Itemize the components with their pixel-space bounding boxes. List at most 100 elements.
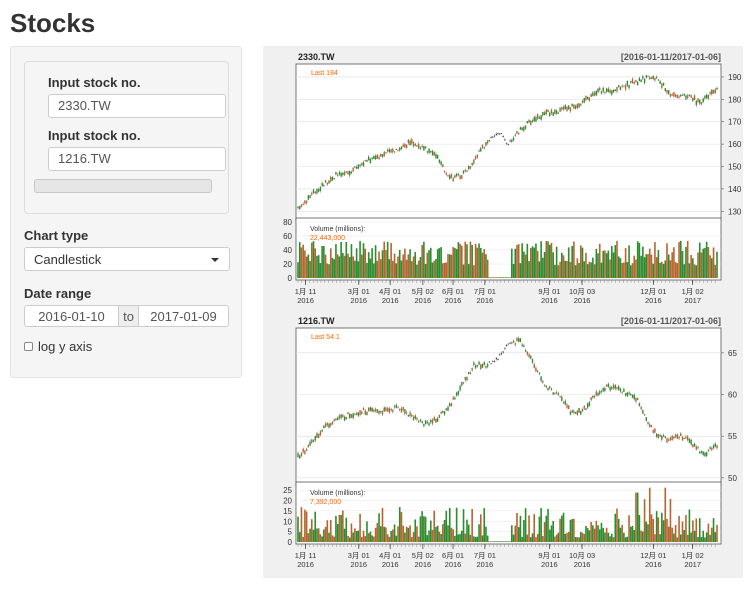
volume-value-label: 22,443,000 (310, 235, 345, 242)
volume-bar (459, 243, 461, 278)
volume-bar (545, 240, 548, 278)
candle-body (538, 117, 541, 119)
volume-bar (585, 252, 587, 278)
candle-body (535, 367, 537, 372)
volume-bar (462, 264, 465, 278)
volume-bar (652, 518, 655, 542)
volume-bar (585, 525, 587, 542)
candle-body (681, 436, 684, 441)
volume-bar (447, 254, 449, 278)
volume-bar (647, 254, 649, 278)
candle-body (505, 345, 508, 346)
chart-type-select[interactable]: Candlestick (24, 247, 230, 271)
candle-body (526, 351, 529, 355)
candle-body (588, 402, 591, 407)
volume-bar (579, 531, 582, 542)
volume-bar (386, 534, 389, 542)
volume-bar (369, 258, 372, 278)
candle-body (480, 364, 482, 369)
candle-body (690, 95, 692, 98)
candle-body (621, 85, 623, 87)
candle-body (564, 105, 566, 110)
volume-bar (374, 245, 377, 278)
candle-body (361, 411, 363, 415)
log-axis-checkbox[interactable] (24, 342, 33, 351)
candle-body (399, 408, 401, 410)
candle-body (338, 171, 341, 175)
volume-bar (659, 262, 661, 278)
candle-body (316, 188, 318, 194)
candle-body (459, 175, 461, 179)
candle-body (423, 145, 425, 151)
candle-body (352, 167, 354, 172)
candle-body (595, 90, 598, 96)
candle-body (716, 445, 718, 449)
volume-bar (464, 241, 467, 278)
candle-body (324, 423, 327, 428)
end-date-input[interactable]: 2017-01-09 (138, 305, 229, 327)
stock2-input[interactable]: 1216.TW (48, 147, 226, 171)
candle-body (511, 342, 513, 344)
volume-bar (607, 532, 610, 542)
volume-bar (567, 531, 570, 542)
volume-bar (542, 257, 544, 278)
candle-body (523, 345, 525, 347)
x-tick-year-label: 2016 (297, 560, 314, 569)
volume-bar (314, 511, 317, 542)
candle-body (504, 348, 506, 350)
date-range-label: Date range (24, 286, 92, 301)
volume-bar (464, 533, 467, 542)
candle-body (385, 407, 387, 411)
candle-body (299, 455, 301, 459)
volume-bar (485, 254, 487, 278)
candle-body (628, 84, 630, 89)
candle-body (445, 172, 447, 175)
candle-body (371, 157, 373, 159)
candle-body (502, 351, 504, 353)
volume-bar (354, 260, 356, 278)
candle-body (369, 158, 372, 164)
volume-bar (671, 252, 673, 278)
candle-body (619, 388, 622, 392)
volume-bar (516, 512, 518, 542)
volume-bar (616, 240, 618, 278)
candle-body (480, 148, 482, 152)
volume-bar (305, 511, 308, 542)
volume-bar (685, 515, 687, 542)
volume-bar (648, 487, 651, 542)
x-tick-year-label: 2016 (297, 296, 314, 305)
submit-button[interactable] (34, 179, 212, 193)
volume-bar (404, 248, 406, 278)
candle-body (452, 397, 454, 400)
candle-body (633, 394, 635, 400)
volume-bar (369, 531, 372, 542)
candle-body (605, 384, 608, 387)
volume-bar (490, 277, 492, 278)
candle-body (690, 439, 692, 445)
candle-body (440, 161, 442, 165)
candle-body (649, 77, 651, 80)
candle-body (550, 109, 553, 114)
x-tick-label: 10月 03 (569, 551, 595, 560)
candle-body (445, 408, 447, 411)
candle-body (695, 100, 698, 106)
stock1-input[interactable]: 2330.TW (48, 94, 226, 118)
volume-bar (459, 533, 461, 542)
volume-bar (536, 533, 539, 542)
candle-body (421, 421, 423, 424)
volume-bar (310, 519, 313, 542)
candle-body (547, 110, 549, 112)
volume-bar (702, 530, 705, 542)
volume-bar (674, 262, 677, 278)
candle-body (714, 443, 716, 447)
candle-body (669, 93, 672, 97)
start-date-input[interactable]: 2016-01-10 (24, 305, 119, 327)
candle-body (376, 154, 379, 159)
volume-bar (309, 260, 311, 278)
candle-body (524, 125, 527, 129)
volume-bar (571, 519, 573, 542)
volume-bar (486, 535, 489, 542)
candle-body (421, 145, 423, 148)
candle-body (362, 408, 365, 410)
volume-tick-label: 15 (283, 507, 292, 516)
